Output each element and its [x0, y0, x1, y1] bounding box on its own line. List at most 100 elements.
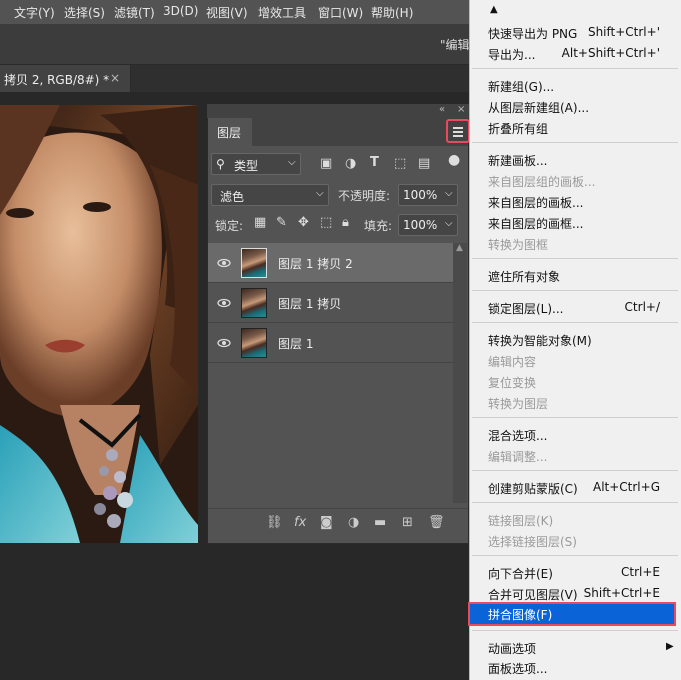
search-icon: ⚲: [216, 157, 225, 171]
menu-item-quick-export-png[interactable]: 快速导出为 PNG: [488, 25, 577, 42]
menu-item-new-group-from-layers[interactable]: 从图层新建组(A)...: [488, 99, 589, 116]
menu-help[interactable]: 帮助(H): [371, 4, 413, 21]
type-filter-icon[interactable]: T: [370, 155, 379, 170]
menu-type[interactable]: 文字(Y): [14, 4, 55, 21]
panel-menu-icon-bar: [453, 135, 463, 137]
menu-view[interactable]: 视图(V): [206, 4, 248, 21]
scroll-up-icon[interactable]: ▲: [456, 243, 463, 253]
link-icon[interactable]: ⛓: [266, 515, 283, 530]
menu-filter[interactable]: 滤镜(T): [114, 4, 155, 21]
smart-object-filter-icon[interactable]: ▤: [418, 156, 430, 171]
menu-item-convert-to-smart-object[interactable]: 转换为智能对象(M): [488, 332, 592, 349]
opacity-input[interactable]: 100% ⌵: [398, 184, 458, 206]
menu-item-create-clipping-mask[interactable]: 创建剪贴蒙版(C): [488, 480, 578, 497]
menu-item-artboard-from-group: 来自图层组的画板...: [488, 175, 596, 189]
menu-3d[interactable]: 3D(D): [163, 4, 198, 18]
scroll-up-icon[interactable]: ▲: [490, 4, 498, 15]
shortcut: Shift+Ctrl+E: [583, 586, 660, 600]
layer-row[interactable]: 图层 1 拷贝: [208, 283, 453, 323]
filter-kind-select[interactable]: ⚲ 类型 ⌵: [211, 153, 301, 175]
menu-item-edit-contents: 编辑内容: [488, 355, 537, 369]
menu-item-select-linked-layers: 选择链接图层(S): [488, 535, 577, 549]
menu-item-export-as[interactable]: 导出为...: [488, 46, 535, 63]
close-icon[interactable]: ×: [457, 104, 465, 115]
adjustment-icon[interactable]: ◑: [348, 515, 359, 530]
fill-value: 100%: [403, 218, 438, 232]
image-filter-icon[interactable]: ▣: [320, 156, 332, 171]
menu-item-collapse-all-groups[interactable]: 折叠所有组: [488, 120, 548, 137]
menu-window[interactable]: 窗口(W): [318, 4, 363, 21]
lock-artboard-icon[interactable]: ⬚: [320, 215, 332, 230]
menu-plugins[interactable]: 增效工具: [258, 4, 306, 21]
collapse-icon[interactable]: «: [439, 104, 445, 115]
tab-layers-label: 图层: [217, 126, 242, 140]
lock-all-icon[interactable]: 🔒︎: [342, 215, 349, 230]
layer-row[interactable]: 图层 1 拷贝 2: [208, 243, 453, 283]
menu-item-frame-from-layers[interactable]: 来自图层的画框...: [488, 215, 583, 232]
mask-icon[interactable]: ◙: [320, 515, 333, 530]
filter-toggle-icon[interactable]: ●: [448, 152, 460, 168]
lock-position-icon[interactable]: ✥: [298, 215, 309, 230]
menu-item-new-artboard[interactable]: 新建画板...: [488, 152, 547, 169]
blend-mode-select[interactable]: 滤色 ⌵: [211, 184, 329, 206]
folder-icon[interactable]: ▬: [374, 515, 386, 530]
menu-item-flatten-image-label: 拼合图像(F): [488, 608, 553, 622]
shape-filter-icon[interactable]: ⬚: [394, 156, 406, 171]
menu-item-panel-options[interactable]: 面板选项...: [488, 660, 547, 677]
shortcut: Shift+Ctrl+': [587, 25, 660, 39]
menu-separator: [472, 417, 678, 418]
menu-item-link-layers: 链接图层(K): [488, 514, 554, 528]
menu-item-convert-to-layers: 转换为图层: [488, 397, 549, 411]
chevron-down-icon: ⌵: [445, 218, 453, 229]
close-icon[interactable]: ×: [110, 71, 120, 85]
eye-icon[interactable]: [217, 336, 231, 350]
shortcut: Alt+Shift+Ctrl+': [561, 46, 660, 60]
layer-row[interactable]: 图层 1: [208, 323, 453, 363]
layer-name: 图层 1 拷贝: [278, 297, 342, 311]
menu-item-blending-options[interactable]: 混合选项...: [488, 427, 547, 444]
lock-transparent-icon[interactable]: ▦: [254, 215, 266, 230]
shortcut: Ctrl+/: [624, 300, 660, 314]
layer-thumbnail: [241, 288, 267, 318]
layers-scrollbar[interactable]: ▲: [453, 243, 467, 503]
trash-icon[interactable]: 🗑︎: [428, 515, 445, 530]
fill-input[interactable]: 100% ⌵: [398, 214, 458, 236]
menu-item-artboard-from-layers[interactable]: 来自图层的画板...: [488, 194, 583, 211]
blend-mode-value: 滤色: [220, 190, 245, 204]
menu-separator: [472, 290, 678, 291]
eye-icon[interactable]: [217, 296, 231, 310]
chevron-down-icon: ⌵: [288, 157, 296, 168]
canvas-image[interactable]: [0, 105, 198, 543]
lock-pixels-icon[interactable]: ✎: [276, 215, 287, 230]
panel-menu-icon: [453, 127, 463, 129]
panel-menu-icon-bar: [453, 131, 463, 133]
chevron-down-icon: ⌵: [316, 188, 324, 199]
menu-separator: [472, 470, 678, 471]
menu-item-mask-all-objects[interactable]: 遮住所有对象: [488, 268, 560, 285]
filter-kind-value: 类型: [234, 159, 259, 173]
eye-icon[interactable]: [217, 256, 231, 270]
adjustment-filter-icon[interactable]: ◑: [345, 156, 356, 171]
menu-item-merge-visible[interactable]: 合并可见图层(V): [488, 586, 578, 603]
layer-name: 图层 1: [278, 337, 314, 351]
panel-menu-button[interactable]: [446, 119, 470, 143]
menu-separator: [472, 322, 678, 323]
opacity-value: 100%: [403, 188, 438, 202]
layers-bottom-toolbar: ⛓ fx ◙ ◑ ▬ ⊞ 🗑︎: [208, 508, 468, 537]
shortcut: Alt+Ctrl+G: [592, 480, 660, 494]
menu-separator: [472, 258, 678, 259]
menu-select[interactable]: 选择(S): [64, 4, 105, 21]
fx-button[interactable]: fx: [294, 515, 306, 530]
menu-item-merge-down[interactable]: 向下合并(E): [488, 565, 553, 582]
tab-layers[interactable]: 图层: [208, 118, 252, 146]
menu-separator: [472, 142, 678, 143]
layer-name: 图层 1 拷贝 2: [278, 257, 353, 271]
menu-item-new-group[interactable]: 新建组(G)...: [488, 78, 554, 95]
document-tab[interactable]: 拷贝 2, RGB/8#) * ×: [0, 65, 131, 92]
layer-thumbnail: [241, 328, 267, 358]
menu-item-lock-layers[interactable]: 锁定图层(L)...: [488, 300, 564, 317]
opacity-label: 不透明度:: [338, 189, 391, 203]
new-layer-icon[interactable]: ⊞: [402, 515, 413, 530]
shortcut: Ctrl+E: [621, 565, 660, 579]
menu-item-animation-options[interactable]: 动画选项: [488, 640, 536, 657]
